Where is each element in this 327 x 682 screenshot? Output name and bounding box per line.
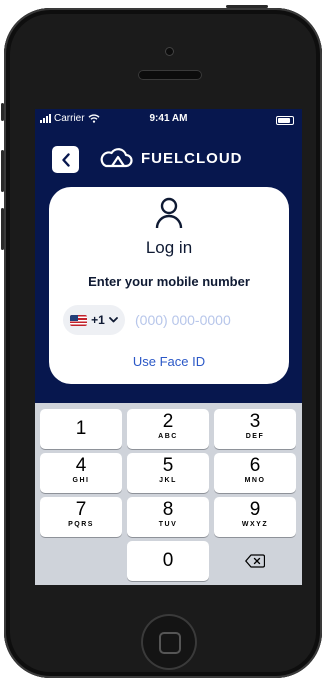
key-digit: 3	[249, 411, 261, 432]
key-letters: ABC	[158, 433, 178, 440]
volume-up-button	[1, 150, 4, 192]
key-digit: 8	[162, 499, 174, 520]
power-button	[226, 5, 268, 8]
phone-number-input[interactable]	[135, 312, 275, 328]
brand-logo: FUELCLOUD	[99, 147, 243, 169]
backspace-icon	[245, 554, 265, 568]
earpiece-speaker	[138, 70, 202, 80]
login-title: Log in	[145, 238, 193, 257]
volume-down-button	[1, 208, 4, 250]
us-flag-icon	[70, 314, 88, 326]
key-letters: TUV	[158, 521, 178, 528]
key-6[interactable]: 6 MNO	[214, 453, 296, 493]
app-screen: Carrier 9:41 AM FUELCLOUD Log in Enter y…	[35, 109, 302, 585]
user-icon	[155, 197, 183, 229]
key-digit: 6	[249, 455, 261, 476]
key-letters: PQRS	[68, 521, 94, 528]
key-digit: 2	[162, 411, 174, 432]
key-letters: WXYZ	[241, 521, 269, 528]
login-subtitle: Enter your mobile number	[88, 274, 250, 289]
key-letters: DEF	[245, 433, 265, 440]
key-letters: MNO	[244, 477, 266, 484]
key-3[interactable]: 3 DEF	[214, 409, 296, 449]
status-bar: Carrier 9:41 AM	[35, 109, 302, 131]
key-letters: JKL	[159, 477, 177, 484]
chevron-left-icon	[61, 152, 70, 167]
home-square-icon	[159, 632, 181, 654]
status-time: 9:41 AM	[149, 113, 188, 124]
key-5[interactable]: 5 JKL	[127, 453, 209, 493]
country-code-selector[interactable]: +1	[63, 305, 125, 335]
use-face-id-link[interactable]: Use Face ID	[49, 354, 289, 369]
key-0[interactable]: 0	[127, 541, 209, 581]
key-1[interactable]: 1	[40, 409, 122, 449]
key-4[interactable]: 4 GHI	[40, 453, 122, 493]
mute-switch	[1, 103, 4, 121]
key-digit: 7	[75, 499, 87, 520]
brand-name: FUELCLOUD	[141, 149, 243, 167]
key-2[interactable]: 2 ABC	[127, 409, 209, 449]
app-header: FUELCLOUD	[35, 139, 302, 179]
key-digit: 9	[249, 499, 261, 520]
key-digit: 0	[162, 550, 174, 571]
cloud-icon	[100, 148, 133, 168]
country-code-label: +1	[91, 313, 105, 327]
back-button[interactable]	[52, 146, 79, 173]
front-camera	[165, 47, 174, 56]
chevron-down-icon	[108, 317, 118, 323]
key-letters: GHI	[72, 477, 90, 484]
key-7[interactable]: 7 PQRS	[40, 497, 122, 537]
numeric-keypad: 1 2 ABC 3 DEF 4 GHI 5 JKL 6 MNO 7 PQRS 8…	[35, 403, 302, 585]
key-digit: 1	[75, 418, 87, 439]
key-digit: 5	[162, 455, 174, 476]
login-card: Log in Enter your mobile number +1 Use F…	[49, 187, 289, 384]
battery-icon	[276, 116, 294, 125]
key-digit: 4	[75, 455, 87, 476]
delete-key[interactable]	[214, 541, 296, 581]
key-8[interactable]: 8 TUV	[127, 497, 209, 537]
home-button[interactable]	[141, 614, 197, 670]
key-9[interactable]: 9 WXYZ	[214, 497, 296, 537]
